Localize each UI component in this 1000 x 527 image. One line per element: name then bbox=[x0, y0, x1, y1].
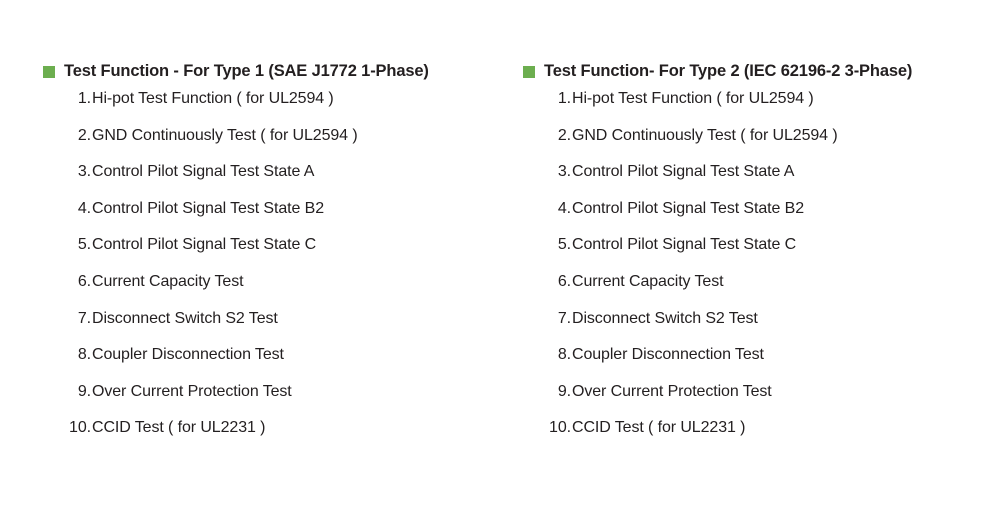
list-item-number: 4. bbox=[77, 199, 91, 217]
list-item: 5. Control Pilot Signal Test State C bbox=[523, 235, 993, 272]
list-item: 7. Disconnect Switch S2 Test bbox=[523, 309, 993, 346]
list-item-label: Disconnect Switch S2 Test bbox=[92, 309, 278, 327]
list-item: 4. Control Pilot Signal Test State B2 bbox=[523, 199, 993, 236]
section-header-type-2: Test Function- For Type 2 (IEC 62196-2 3… bbox=[523, 58, 993, 84]
list-item-number: 7. bbox=[557, 309, 571, 327]
list-item-label: Control Pilot Signal Test State C bbox=[92, 236, 317, 254]
list-item: 2. GND Continuously Test ( for UL2594 ) bbox=[523, 126, 993, 163]
list-item-number: 8. bbox=[557, 346, 571, 364]
list-item-label: CCID Test ( for UL2231 ) bbox=[572, 419, 746, 437]
green-square-bullet-icon bbox=[43, 66, 55, 78]
list-item: 9. Over Current Protection Test bbox=[43, 382, 513, 419]
list-item: 1. Hi-pot Test Function ( for UL2594 ) bbox=[523, 89, 993, 126]
list-item: 8. Coupler Disconnection Test bbox=[43, 345, 513, 382]
list-item: 5. Control Pilot Signal Test State C bbox=[43, 235, 513, 272]
list-item-number: 2. bbox=[77, 126, 91, 144]
list-item: 10. CCID Test ( for UL2231 ) bbox=[43, 418, 513, 455]
list-item-number: 2. bbox=[557, 126, 571, 144]
list-item-number: 10. bbox=[549, 419, 571, 437]
list-item-label: GND Continuously Test ( for UL2594 ) bbox=[92, 126, 358, 144]
list-item: 3. Control Pilot Signal Test State A bbox=[43, 162, 513, 199]
slide-canvas: Test Function - For Type 1 (SAE J1772 1-… bbox=[0, 0, 1000, 527]
list-item: 9. Over Current Protection Test bbox=[523, 382, 993, 419]
test-function-column-type-2: Test Function- For Type 2 (IEC 62196-2 3… bbox=[523, 58, 993, 455]
list-item: 8. Coupler Disconnection Test bbox=[523, 345, 993, 382]
list-item-label: Coupler Disconnection Test bbox=[572, 346, 764, 364]
list-item-label: Over Current Protection Test bbox=[572, 382, 772, 400]
section-header-type-1: Test Function - For Type 1 (SAE J1772 1-… bbox=[43, 58, 513, 84]
list-item: 6. Current Capacity Test bbox=[523, 272, 993, 309]
list-item-number: 4. bbox=[557, 199, 571, 217]
section-title-type-2: Test Function- For Type 2 (IEC 62196-2 3… bbox=[544, 62, 913, 80]
test-list-type-1: 1. Hi-pot Test Function ( for UL2594 ) 2… bbox=[43, 89, 513, 455]
green-square-bullet-icon bbox=[523, 66, 535, 78]
list-item-number: 9. bbox=[77, 382, 91, 400]
list-item-number: 3. bbox=[77, 163, 91, 181]
list-item-number: 6. bbox=[557, 272, 571, 290]
test-function-column-type-1: Test Function - For Type 1 (SAE J1772 1-… bbox=[43, 58, 513, 455]
list-item-number: 10. bbox=[69, 419, 91, 437]
list-item: 10. CCID Test ( for UL2231 ) bbox=[523, 418, 993, 455]
list-item-number: 1. bbox=[77, 90, 91, 107]
list-item-label: Control Pilot Signal Test State B2 bbox=[572, 199, 804, 217]
list-item-label: Disconnect Switch S2 Test bbox=[572, 309, 758, 327]
list-item-label: GND Continuously Test ( for UL2594 ) bbox=[572, 126, 838, 144]
list-item-label: Control Pilot Signal Test State A bbox=[572, 163, 795, 181]
test-list-type-2: 1. Hi-pot Test Function ( for UL2594 ) 2… bbox=[523, 89, 993, 455]
list-item: 7. Disconnect Switch S2 Test bbox=[43, 309, 513, 346]
list-item-label: Control Pilot Signal Test State C bbox=[572, 236, 797, 254]
list-item-number: 6. bbox=[77, 272, 91, 290]
list-item-label: Control Pilot Signal Test State B2 bbox=[92, 199, 324, 217]
list-item-number: 9. bbox=[557, 382, 571, 400]
section-title-type-1: Test Function - For Type 1 (SAE J1772 1-… bbox=[64, 62, 429, 80]
list-item-label: Coupler Disconnection Test bbox=[92, 346, 284, 364]
list-item: 3. Control Pilot Signal Test State A bbox=[523, 162, 993, 199]
list-item-label: Hi-pot Test Function ( for UL2594 ) bbox=[92, 90, 334, 107]
list-item: 2. GND Continuously Test ( for UL2594 ) bbox=[43, 126, 513, 163]
list-item-label: Control Pilot Signal Test State A bbox=[92, 163, 315, 181]
list-item-number: 5. bbox=[77, 236, 91, 254]
list-item-label: Current Capacity Test bbox=[572, 272, 724, 290]
list-item: 6. Current Capacity Test bbox=[43, 272, 513, 309]
list-item-label: Hi-pot Test Function ( for UL2594 ) bbox=[572, 90, 814, 107]
list-item-number: 5. bbox=[557, 236, 571, 254]
list-item-number: 1. bbox=[557, 90, 571, 107]
list-item: 4. Control Pilot Signal Test State B2 bbox=[43, 199, 513, 236]
list-item-label: Over Current Protection Test bbox=[92, 382, 292, 400]
list-item-label: CCID Test ( for UL2231 ) bbox=[92, 419, 266, 437]
list-item-number: 7. bbox=[77, 309, 91, 327]
list-item-label: Current Capacity Test bbox=[92, 272, 244, 290]
list-item: 1. Hi-pot Test Function ( for UL2594 ) bbox=[43, 89, 513, 126]
list-item-number: 8. bbox=[77, 346, 91, 364]
list-item-number: 3. bbox=[557, 163, 571, 181]
